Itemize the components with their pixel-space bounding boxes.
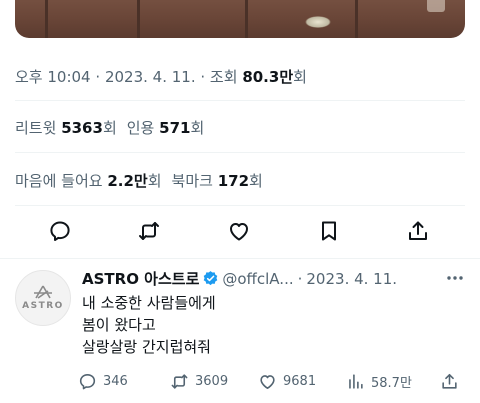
reply-like-button[interactable]: 9681 [258,372,316,391]
reply-icon [50,221,70,241]
like-bookmark-stats: 마음에 들어요 2.2만회 북마크 172회 [15,170,263,191]
reply-line: 살랑살랑 간지럽혀줘 [82,338,211,356]
photo-highlight [427,0,445,12]
bookmark-button[interactable] [316,218,342,244]
retweet-icon [171,374,188,389]
quotes-stat[interactable]: 인용 571회 [127,119,205,137]
verified-badge-icon [204,271,218,286]
views-count: 58.7만 [371,376,412,391]
share-icon [409,221,427,240]
views-label: 조회 [209,68,238,86]
reply-text: 내 소중한 사람들에게 봄이 왔다고 살랑살랑 간지럽혀줘 [82,292,216,358]
reply-button[interactable] [47,218,73,244]
divider [15,205,465,206]
tweet-date: 2023. 4. 11. [104,68,196,86]
like-button[interactable] [226,218,252,244]
likes-stat[interactable]: 마음에 들어요 2.2만회 [15,172,162,190]
astro-logo-icon [34,285,52,299]
tweet-time: 오후 10:04 [15,68,91,86]
views-chart-icon [349,374,363,389]
retweet-icon [139,222,159,240]
share-button[interactable] [405,218,431,244]
divider [15,100,465,101]
reply-views-button[interactable]: 58.7만 [346,372,412,391]
author-name[interactable]: ASTRO 아스트로 [82,268,199,289]
more-icon [447,276,463,280]
heart-icon [260,375,275,390]
bookmarks-stat[interactable]: 북마크 172회 [172,172,263,190]
retweet-button[interactable] [136,218,162,244]
reply-count: 346 [103,374,128,389]
tweet-photo[interactable] [15,0,465,38]
author-handle[interactable]: @offclA... [222,270,293,288]
like-count: 9681 [283,374,317,389]
reply-date[interactable]: 2023. 4. 11. [306,270,397,288]
retweet-quote-stats: 리트윗 5363회 인용 571회 [15,117,204,138]
reply-line: 내 소중한 사람들에게 [82,294,216,312]
divider [15,152,465,153]
more-button[interactable] [445,268,465,288]
reply-action-bar: 346 3609 9681 58.7만 [78,372,470,394]
tweet-action-bar [0,214,480,248]
reply-line: 봄이 왔다고 [82,316,156,334]
divider [0,258,480,259]
avatar[interactable]: ASTRO [15,270,71,326]
heart-icon [230,223,248,241]
avatar-text: ASTRO [22,301,64,311]
bookmark-icon [322,221,336,241]
reply-icon [79,373,96,390]
tweet-timestamp: 오후 10:04 · 2023. 4. 11. · 조회 80.3만회 [15,68,307,86]
share-icon [442,373,457,389]
reply-retweet-button[interactable]: 3609 [170,372,228,391]
retweet-count: 3609 [195,374,229,389]
views-unit: 회 [293,68,307,86]
reply-share-button[interactable] [440,372,465,391]
reply-header: ASTRO 아스트로 @offclA... · 2023. 4. 11. [82,268,398,289]
views-value: 80.3만 [242,68,294,86]
retweets-stat[interactable]: 리트윗 5363회 [15,119,117,137]
photo-flower [305,16,331,28]
reply-reply-button[interactable]: 346 [78,372,128,391]
